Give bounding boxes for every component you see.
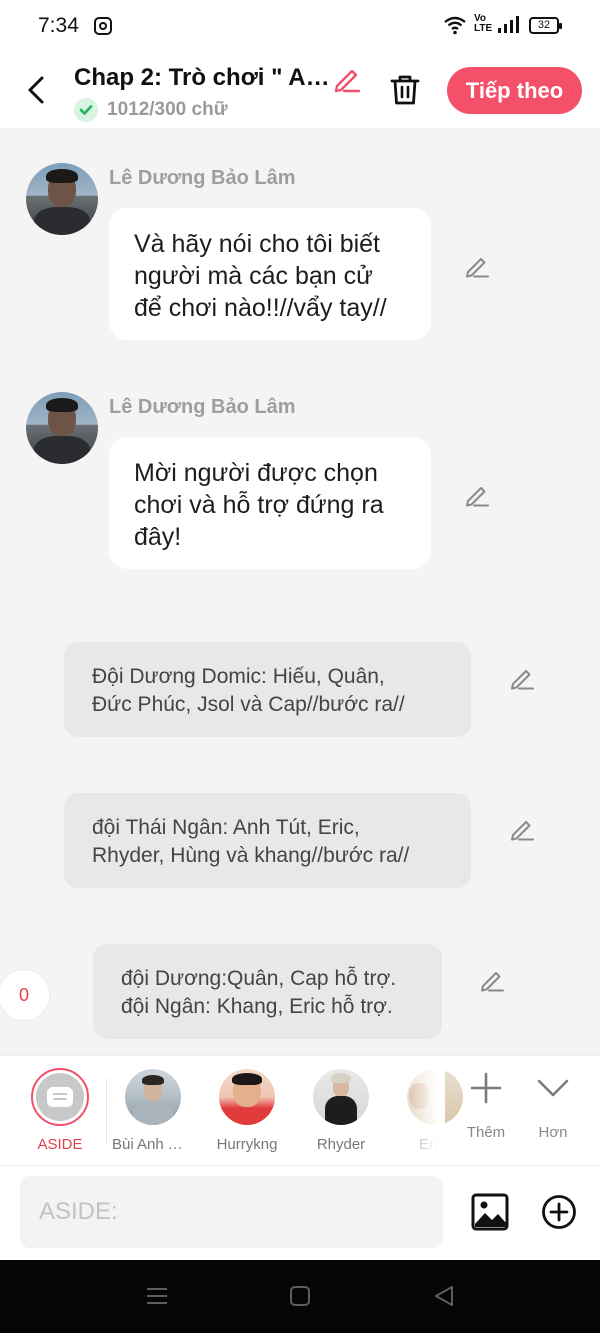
divider <box>106 1078 107 1144</box>
home-icon[interactable] <box>290 1286 310 1306</box>
compose-bar <box>0 1165 600 1260</box>
edit-narration-icon[interactable] <box>508 664 536 692</box>
add-label: Thêm <box>466 1124 506 1141</box>
character-bar: ASIDE Bùi Anh Tuấn Hurrykng Rhyder Eric … <box>0 1055 600 1165</box>
more-button[interactable]: Hơn <box>528 1068 578 1148</box>
signal-icon <box>498 16 519 33</box>
aside-label: ASIDE <box>37 1136 83 1153</box>
add-character-button[interactable]: Thêm <box>462 1068 510 1148</box>
narration-line: đội Thái Ngân: Anh Tút, Eric, <box>92 816 360 839</box>
character-avatar[interactable] <box>313 1069 369 1125</box>
more-label: Hơn <box>538 1124 568 1141</box>
character-name: Bùi Anh Tuấn <box>112 1136 190 1153</box>
trash-icon[interactable] <box>387 72 423 108</box>
system-nav-bar <box>0 1260 600 1333</box>
add-circle-icon[interactable] <box>541 1194 577 1230</box>
narration-line: Đội Dương Domic: Hiếu, Quân, <box>92 665 385 688</box>
wifi-icon <box>444 16 466 35</box>
narration-bubble[interactable]: đội Thái Ngân: Anh Tút, Eric, Rhyder, Hù… <box>64 793 471 888</box>
edit-message-icon[interactable] <box>463 481 491 509</box>
chat-bubble-icon <box>47 1087 73 1107</box>
narration-line: đội Ngân: Khang, Eric hỗ trợ. <box>121 995 393 1018</box>
message-line: chơi và hỗ trợ đứng ra <box>134 491 384 519</box>
message-bubble[interactable]: Mời người được chọn chơi và hỗ trợ đứng … <box>109 437 431 569</box>
volte-indicator: Vo LTE <box>474 13 493 34</box>
message-line: Mời người được chọn <box>134 459 378 487</box>
chevron-down-icon <box>537 1079 569 1097</box>
narration-line: Rhyder, Hùng và khang//bước ra// <box>92 844 410 867</box>
edit-message-icon[interactable] <box>463 252 491 280</box>
edit-title-icon[interactable] <box>332 64 362 94</box>
unread-counter-badge[interactable]: 0 <box>0 969 50 1021</box>
character-name: Hurrykng <box>216 1136 278 1153</box>
word-count: 1012/300 chữ <box>74 98 227 122</box>
back-triangle-icon[interactable] <box>432 1284 456 1308</box>
aside-character-button[interactable] <box>31 1068 89 1126</box>
scroll-fade <box>395 1056 445 1156</box>
message-line: đây! <box>134 523 182 551</box>
message-line: để chơi nào!!//vẩy tay// <box>134 294 387 322</box>
check-icon <box>74 98 98 122</box>
narration-line: đội Dương:Quân, Cap hỗ trợ. <box>121 967 397 990</box>
sender-name: Lê Dương Bảo Lâm <box>109 396 296 418</box>
message-line: Và hãy nói cho tôi biết <box>134 230 380 258</box>
chapter-title[interactable]: Chap 2: Trò chơi " Aptitude Test " <box>74 64 330 92</box>
menu-icon[interactable] <box>146 1286 168 1306</box>
plus-icon <box>470 1072 502 1104</box>
word-count-text: 1012/300 chữ <box>107 99 228 120</box>
narration-bubble[interactable]: Đội Dương Domic: Hiếu, Quân, Đức Phúc, J… <box>64 642 471 737</box>
avatar[interactable] <box>26 163 98 235</box>
aside-input[interactable] <box>20 1176 443 1248</box>
avatar[interactable] <box>26 392 98 464</box>
chapter-header: Chap 2: Trò chơi " Aptitude Test " 1012/… <box>0 52 600 128</box>
message-bubble[interactable]: Và hãy nói cho tôi biết người mà các bạn… <box>109 208 431 340</box>
edit-narration-icon[interactable] <box>478 966 506 994</box>
message-line: người mà các bạn cử <box>134 262 373 290</box>
narration-line: Đức Phúc, Jsol và Cap//bước ra// <box>92 693 405 716</box>
sender-name: Lê Dương Bảo Lâm <box>109 167 296 189</box>
status-bar: 7:34 Vo LTE 32 <box>0 0 600 52</box>
back-arrow-icon[interactable] <box>22 72 52 108</box>
status-time: 7:34 <box>38 14 79 37</box>
character-name: Rhyder <box>316 1136 366 1153</box>
battery-icon: 32 <box>529 17 562 34</box>
image-icon[interactable] <box>471 1193 509 1231</box>
character-avatar[interactable] <box>125 1069 181 1125</box>
instagram-icon <box>94 17 112 35</box>
narration-bubble[interactable]: đội Dương:Quân, Cap hỗ trợ. đội Ngân: Kh… <box>93 944 442 1039</box>
character-avatar[interactable] <box>219 1069 275 1125</box>
edit-narration-icon[interactable] <box>508 815 536 843</box>
next-button[interactable]: Tiếp theo <box>447 67 582 114</box>
